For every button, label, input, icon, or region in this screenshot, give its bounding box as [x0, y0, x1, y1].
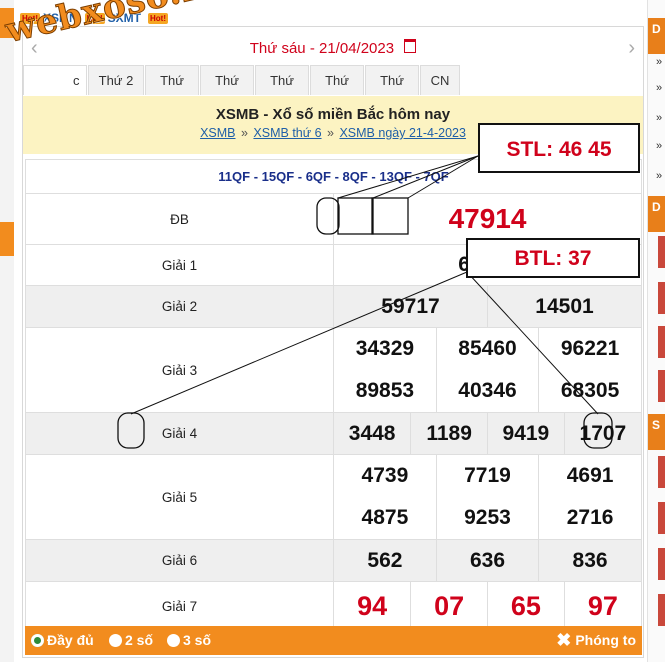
fullscreen-label: Phóng to: [575, 632, 636, 648]
option-2-digits[interactable]: 2 số: [109, 632, 153, 648]
prize-label: Giải 5: [25, 454, 334, 540]
display-options-bar: Đầy đủ 2 số 3 số ✖ Phóng to: [25, 626, 642, 655]
prize-number: 96221: [538, 328, 641, 370]
prize-label: Giải 3: [25, 327, 334, 413]
seventh-prize-row: 94 07 65 97: [333, 581, 642, 631]
calendar-icon[interactable]: [404, 39, 417, 53]
sidebar-thumbnail[interactable]: [658, 326, 665, 358]
prize-number: 2716: [538, 497, 641, 539]
option-label: 2 số: [125, 632, 154, 648]
breadcrumb-link[interactable]: XSMB thứ 6: [253, 126, 321, 140]
prize-number: 4691: [538, 455, 641, 497]
page-title: XSMB - Xổ số miền Bắc hôm nay: [215, 106, 451, 123]
prize-number: 07: [410, 582, 488, 630]
sidebar-arrow[interactable]: »: [656, 170, 662, 182]
sidebar-thumbnail[interactable]: [658, 236, 665, 268]
prize-number: 7719: [435, 455, 539, 497]
tab-thu-7[interactable]: Thứ 7: [365, 65, 419, 118]
prize-number: 85460: [435, 328, 539, 370]
left-accent-bar: [0, 222, 14, 256]
prize-number: 4739: [361, 464, 409, 487]
sidebar-arrow[interactable]: »: [656, 82, 662, 94]
prize-label: ĐB: [25, 193, 334, 245]
breadcrumb-link[interactable]: XSMB ngày 21-4-2023: [339, 126, 465, 140]
radio-checked-icon[interactable]: [31, 633, 44, 647]
prize-number: 1189: [410, 413, 488, 454]
left-gutter: [0, 0, 14, 662]
prize-number: 836: [538, 540, 641, 581]
right-sidebar: D » » » » » D S: [647, 0, 665, 662]
sidebar-arrow[interactable]: »: [656, 112, 662, 124]
tab-today[interactable]: c: [23, 65, 87, 95]
radio-icon[interactable]: [109, 633, 122, 647]
stl-annotation: STL: 46 45: [478, 123, 640, 173]
fullscreen-button[interactable]: ✖ Phóng to: [556, 630, 636, 650]
option-label: Đầy đủ: [47, 632, 94, 648]
tab-thu-6[interactable]: Thứ 6: [310, 65, 364, 118]
prize-number: 14501: [487, 286, 641, 327]
prize-number: 89853: [355, 379, 415, 402]
option-full[interactable]: Đầy đủ: [31, 632, 94, 648]
tab-cn[interactable]: CN: [420, 65, 460, 95]
sidebar-header: D: [648, 196, 665, 232]
prize-number: 68305: [538, 370, 641, 412]
prize-number: 40346: [435, 370, 539, 412]
option-3-digits[interactable]: 3 số: [167, 632, 211, 648]
prize-number: 9253: [435, 497, 539, 539]
tab-thu-5[interactable]: Thứ 5: [255, 65, 309, 118]
results-panel: ‹ Thứ sáu - 21/04/2023 › c Thứ 2 Thứ 3 T…: [22, 26, 644, 658]
prize-number: 1707: [563, 413, 641, 454]
breadcrumb-separator: »: [327, 126, 334, 140]
prize-number: 9419: [487, 413, 565, 454]
prize-number: 34329: [355, 337, 415, 360]
results-table: 11QF - 15QF - 6QF - 8QF - 13QF - 7QF ĐB …: [25, 159, 642, 631]
sidebar-thumbnail[interactable]: [658, 282, 665, 314]
fifth-prize-rows: 4739 7719 4691 4875 9253 2716: [333, 454, 642, 540]
sidebar-header: D: [648, 18, 665, 54]
expand-icon: ✖: [556, 630, 572, 650]
chevron-right-icon[interactable]: ›: [628, 37, 635, 60]
second-prize-row: 59717 14501: [333, 285, 642, 328]
sidebar-arrow[interactable]: »: [656, 56, 662, 68]
btl-annotation: BTL: 37: [466, 238, 640, 278]
sidebar-thumbnail[interactable]: [658, 456, 665, 488]
tab-thu-2[interactable]: Thứ 2: [88, 65, 144, 95]
sidebar-thumbnail[interactable]: [658, 502, 665, 534]
sixth-prize-row: 562 636 836: [333, 539, 642, 582]
weekday-tabs: c Thứ 2 Thứ 3 Thứ 4 Thứ 5 Thứ 6 Thứ 7 CN: [23, 65, 461, 118]
sidebar-thumbnail[interactable]: [658, 370, 665, 402]
prize-number: 3448: [334, 413, 411, 454]
date-value: 21/04/2023: [319, 40, 395, 57]
prize-label: Giải 1: [25, 244, 334, 286]
weekday-label: Thứ sáu: [249, 40, 306, 57]
prize-number: 65: [487, 582, 565, 630]
third-prize-rows: 34329 85460 96221 89853 40346 68305: [333, 327, 642, 413]
special-prize: 47914: [333, 193, 642, 245]
prize-label: Giải 2: [25, 285, 334, 328]
prize-label: Giải 6: [25, 539, 334, 582]
prize-number: 94: [357, 590, 388, 621]
sidebar-header: S: [648, 414, 665, 450]
tab-label: c: [73, 73, 80, 88]
fourth-prize-row: 3448 1189 9419 1707: [333, 412, 642, 455]
tab-thu-3[interactable]: Thứ 3: [145, 65, 199, 118]
sidebar-arrow[interactable]: »: [656, 140, 662, 152]
date-title: Thứ sáu - 21/04/2023: [23, 39, 643, 57]
prize-number: 4875: [361, 506, 409, 529]
sidebar-thumbnail[interactable]: [658, 594, 665, 626]
prize-number: 59717: [334, 286, 488, 327]
breadcrumb-link[interactable]: XSMB: [200, 126, 235, 140]
prize-number: 97: [563, 582, 641, 630]
prize-number: 562: [334, 540, 437, 581]
breadcrumb-separator: »: [240, 126, 248, 140]
date-separator: -: [309, 40, 315, 57]
tab-thu-4[interactable]: Thứ 4: [200, 65, 254, 118]
prize-label: Giải 4: [25, 412, 334, 455]
radio-icon[interactable]: [167, 633, 180, 647]
option-label: 3 số: [183, 632, 212, 648]
prize-label: Giải 7: [25, 581, 334, 631]
date-bar: ‹ Thứ sáu - 21/04/2023 ›: [23, 31, 643, 63]
prize-number: 636: [435, 540, 539, 581]
sidebar-thumbnail[interactable]: [658, 548, 665, 580]
